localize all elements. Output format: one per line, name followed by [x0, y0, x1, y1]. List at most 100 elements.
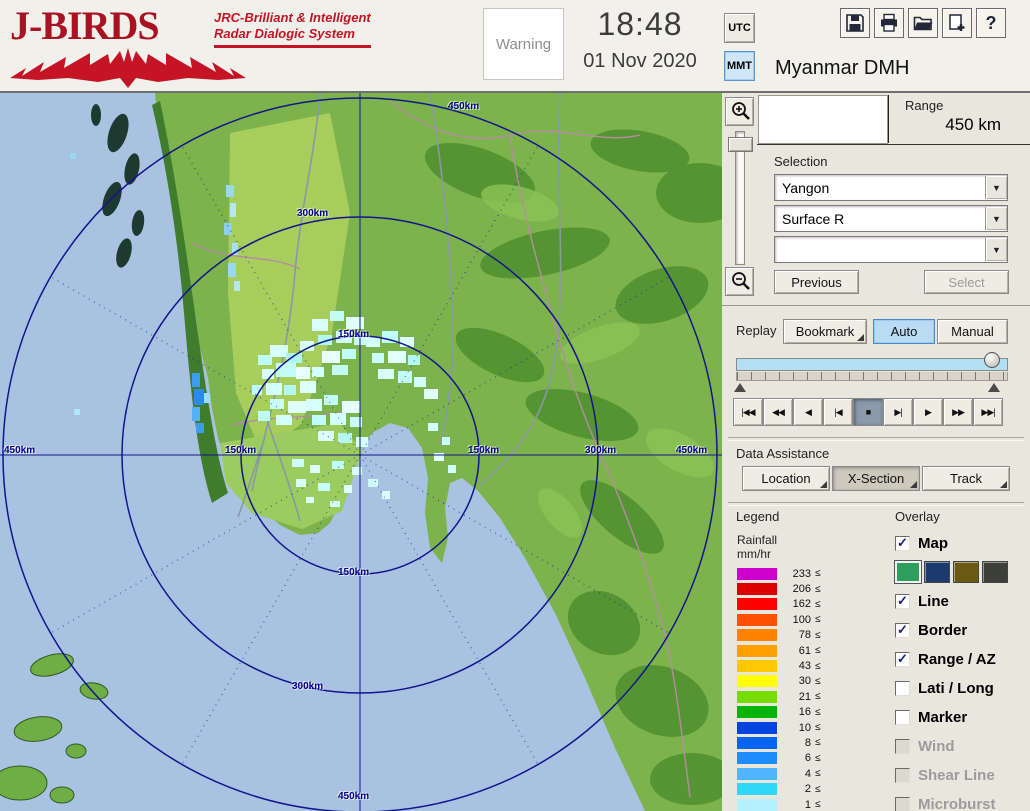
- overlay-item-label: Lati / Long: [918, 679, 994, 697]
- timezone-button[interactable]: MMT: [724, 51, 755, 81]
- previous-button[interactable]: Previous: [774, 270, 859, 294]
- timeline-thumb[interactable]: [984, 352, 1000, 368]
- rainfall-legend: 233 ≤ 206 ≤ 162 ≤ 100 ≤ 78 ≤ 61 ≤ 43 ≤ 3…: [737, 566, 867, 811]
- legend-unit-line1: Rainfall: [737, 533, 778, 547]
- zoom-out-button[interactable]: [725, 267, 754, 296]
- checkbox[interactable]: ✓: [895, 650, 910, 667]
- help-button[interactable]: ?: [976, 8, 1006, 38]
- import-image-button[interactable]: [942, 8, 972, 38]
- selection-dropdown[interactable]: ▼: [774, 236, 1008, 263]
- overlay-item[interactable]: ✓ Border: [895, 619, 1025, 641]
- clock: 18:48 01 Nov 2020: [560, 6, 720, 73]
- open-file-button[interactable]: [908, 8, 938, 38]
- range-ring-label: 300km: [292, 681, 324, 692]
- chevron-down-icon[interactable]: ▼: [985, 176, 1007, 199]
- bookmark-button[interactable]: Bookmark: [783, 319, 867, 344]
- chevron-down-icon[interactable]: ▼: [985, 238, 1007, 261]
- overlay-item[interactable]: ✓ Line: [895, 590, 1025, 612]
- legend-title: Legend: [736, 509, 780, 524]
- legend-value: 30: [798, 675, 811, 688]
- map-color-swatch[interactable]: [924, 561, 950, 583]
- map-color-swatch[interactable]: [895, 561, 921, 583]
- legend-item: 100 ≤: [737, 612, 867, 627]
- zoom-in-button[interactable]: [725, 97, 754, 126]
- timeline-start-marker[interactable]: [734, 383, 746, 392]
- chevron-down-icon[interactable]: ▼: [985, 207, 1007, 230]
- range-ring-label: 150km: [225, 445, 257, 456]
- playback-button[interactable]: ▶|: [883, 398, 913, 426]
- replay-timeline[interactable]: [736, 358, 1008, 371]
- playback-button[interactable]: ▶: [913, 398, 943, 426]
- overlay-item[interactable]: ✓ Lati / Long: [895, 677, 1025, 699]
- playback-controls: |◀◀ ◀◀ ◀ |◀ ■ ▶| ▶ ▶▶ ▶▶|: [733, 398, 1003, 426]
- map-color-swatch[interactable]: [982, 561, 1008, 583]
- playback-button[interactable]: ◀◀: [763, 398, 793, 426]
- toolbar: ?: [840, 8, 1006, 38]
- timeline-end-marker[interactable]: [988, 383, 1000, 392]
- manual-button[interactable]: Manual: [937, 319, 1008, 344]
- selection-dropdown[interactable]: Surface R ▼: [774, 205, 1008, 232]
- playback-button[interactable]: ■: [853, 398, 883, 426]
- playback-button[interactable]: |◀: [823, 398, 853, 426]
- legend-operator: ≤: [815, 737, 821, 749]
- warning-panel: Warning: [483, 8, 564, 80]
- legend-operator: ≤: [815, 691, 821, 703]
- auto-button[interactable]: Auto: [873, 319, 935, 344]
- checkbox[interactable]: ✓: [895, 767, 910, 783]
- map-color-swatch[interactable]: [953, 561, 979, 583]
- save-icon: [846, 14, 864, 32]
- print-button[interactable]: [874, 8, 904, 38]
- playback-button[interactable]: |◀◀: [733, 398, 763, 426]
- range-ring-label: 300km: [585, 445, 617, 456]
- overlay-item[interactable]: ✓ Microburst: [895, 793, 1025, 811]
- range-label: Range: [905, 98, 944, 113]
- legend-color-swatch: [737, 567, 777, 580]
- save-button[interactable]: [840, 8, 870, 38]
- select-button[interactable]: Select: [924, 270, 1009, 294]
- legend-operator: ≤: [815, 645, 821, 657]
- checkbox[interactable]: ✓: [895, 709, 910, 725]
- checkbox[interactable]: ✓: [895, 680, 910, 696]
- legend-item: 10 ≤: [737, 720, 867, 735]
- overlay-item[interactable]: ✓ Wind: [895, 735, 1025, 757]
- overlay-item-label: Border: [918, 621, 968, 639]
- overlay-item-map[interactable]: ✓ Map: [895, 532, 1025, 554]
- data-assistance-button[interactable]: Location: [742, 466, 830, 491]
- legend-value: 61: [798, 644, 811, 657]
- legend-item: 78 ≤: [737, 628, 867, 643]
- import-image-icon: [949, 14, 965, 31]
- playback-button[interactable]: ▶▶: [943, 398, 973, 426]
- selection-panel: Range 450 km Selection Yangon ▼ Surface …: [757, 93, 1030, 305]
- check-icon: ✓: [897, 650, 908, 666]
- legend-color-swatch: [737, 613, 777, 626]
- legend-value: 1: [804, 798, 811, 811]
- checkbox[interactable]: ✓: [895, 593, 910, 609]
- map-checkbox[interactable]: ✓: [895, 535, 910, 551]
- legend-item: 8 ≤: [737, 735, 867, 750]
- overlay-item[interactable]: ✓ Shear Line: [895, 764, 1025, 786]
- data-assistance-buttons: Location X-Section Track: [742, 466, 1010, 491]
- zoom-slider-thumb[interactable]: [728, 137, 753, 152]
- checkbox[interactable]: ✓: [895, 738, 910, 754]
- overlay-item[interactable]: ✓ Range / AZ: [895, 648, 1025, 670]
- checkbox[interactable]: ✓: [895, 796, 910, 811]
- legend-value: 206: [792, 583, 811, 596]
- data-assistance-button[interactable]: X-Section: [832, 466, 920, 491]
- zoom-out-icon: [731, 272, 750, 290]
- legend-value: 10: [798, 721, 811, 734]
- checkbox[interactable]: ✓: [895, 622, 910, 638]
- timezone-toggle: UTC MMT: [724, 13, 756, 89]
- overlay-item[interactable]: ✓ Marker: [895, 706, 1025, 728]
- playback-button[interactable]: ▶▶|: [973, 398, 1003, 426]
- timezone-button[interactable]: UTC: [724, 13, 755, 43]
- playback-button[interactable]: ◀: [793, 398, 823, 426]
- data-assistance-button[interactable]: Track: [922, 466, 1010, 491]
- overlay-item-label: Microburst: [918, 795, 996, 811]
- selection-dropdown[interactable]: Yangon ▼: [774, 174, 1008, 201]
- overlay-items: ✓ Line ✓ Border ✓ Range / AZ ✓ Lati / Lo…: [895, 590, 1025, 811]
- zoom-in-icon: [731, 102, 750, 120]
- overlay-item-label: Map: [918, 534, 948, 552]
- radar-map[interactable]: 450km 300km 150km 150km 300km 450km 450km 150km…: [0, 93, 722, 811]
- logo: J-BIRDS JRC-Brilliant & Intelligent Rada…: [8, 2, 418, 90]
- legend-operator: ≤: [815, 722, 821, 734]
